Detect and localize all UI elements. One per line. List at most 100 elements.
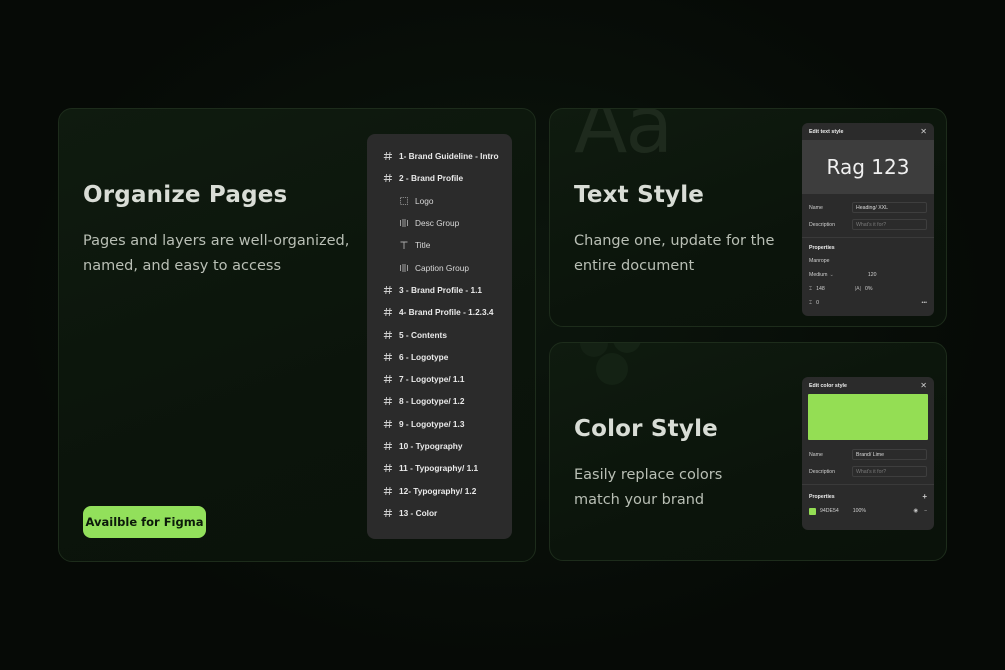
panel-header: Edit color style ✕	[802, 377, 934, 394]
group-icon	[399, 263, 409, 273]
layer-label: 13 - Color	[399, 507, 438, 518]
layer-item[interactable]: Desc Group	[367, 212, 512, 234]
organize-pages-description: Pages and layers are well-organized, nam…	[83, 229, 349, 279]
line-height-value[interactable]: 148	[816, 286, 825, 292]
layer-label: 11 - Typography/ 1.1	[399, 463, 479, 474]
text-style-title: Text Style	[574, 182, 705, 208]
dotted-frame-icon	[399, 196, 409, 206]
hash-icon	[383, 151, 393, 161]
page-item[interactable]: 8 - Logotype/ 1.2	[367, 390, 512, 412]
layer-label: Logo	[415, 195, 434, 206]
hash-icon	[383, 396, 393, 406]
add-icon[interactable]: +	[922, 492, 927, 501]
more-options-icon[interactable]: •••	[922, 300, 927, 306]
fill-swatch[interactable]	[809, 507, 816, 515]
opacity-value[interactable]: 100%	[853, 508, 866, 514]
decorative-circles	[580, 343, 641, 385]
eye-icon[interactable]: ◉	[913, 508, 918, 514]
description-line-2: entire document	[574, 258, 695, 274]
hash-icon	[383, 307, 393, 317]
fill-row: 94DE54 100% ◉ −	[802, 504, 934, 518]
font-name: Manrope	[809, 258, 830, 264]
layer-label: 5 - Contents	[399, 329, 447, 340]
page-item[interactable]: 4- Brand Profile - 1.2.3.4	[367, 301, 512, 323]
available-for-figma-button[interactable]: Availble for Figma	[83, 506, 206, 538]
page-item[interactable]: 10 - Typography	[367, 435, 512, 457]
text-style-description: Change one, update for the entire docume…	[574, 229, 774, 279]
organize-pages-title: Organize Pages	[83, 182, 288, 208]
text-style-card: Aa Text Style Change one, update for the…	[549, 108, 947, 327]
page-item[interactable]: 2 - Brand Profile	[367, 167, 512, 189]
edit-text-style-panel: Edit text style ✕ Rag 123 Name Heading/ …	[802, 123, 934, 316]
properties-label: Properties	[809, 245, 835, 251]
layer-item[interactable]: Caption Group	[367, 256, 512, 278]
layer-label: 8 - Logotype/ 1.2	[399, 396, 465, 407]
description-line-1: Pages and layers are well-organized,	[83, 233, 350, 249]
description-line-2: match your brand	[574, 492, 705, 508]
description-field[interactable]: What's it for?	[852, 466, 927, 477]
panel-header: Edit text style ✕	[802, 123, 934, 140]
color-style-title: Color Style	[574, 416, 718, 442]
layer-label: 3 - Brand Profile - 1.1	[399, 284, 482, 295]
close-icon[interactable]: ✕	[920, 381, 927, 390]
description-label: Description	[809, 468, 835, 475]
properties-label: Properties	[809, 493, 835, 500]
remove-icon[interactable]: −	[924, 508, 927, 514]
divider	[802, 484, 934, 485]
paragraph-spacing-icon: ⌶	[809, 299, 813, 306]
font-row[interactable]: Manrope	[802, 254, 934, 268]
properties-header: Properties	[802, 242, 934, 254]
line-height-icon: ⌶	[809, 285, 813, 292]
chevron-down-icon[interactable]: ⌄	[829, 272, 833, 278]
color-swatch-preview[interactable]	[808, 394, 928, 440]
layer-label: 9 - Logotype/ 1.3	[399, 418, 465, 429]
hash-icon	[383, 463, 393, 473]
layer-item[interactable]: Title	[367, 234, 512, 256]
page-item[interactable]: 5 - Contents	[367, 323, 512, 345]
page-item[interactable]: 12- Typography/ 1.2	[367, 479, 512, 501]
panel-title: Edit color style	[809, 382, 847, 389]
letter-spacing-value[interactable]: 0%	[865, 286, 873, 292]
page-item[interactable]: 11 - Typography/ 1.1	[367, 457, 512, 479]
name-row: Name Heading/ XXL	[802, 199, 934, 216]
page-item[interactable]: 9 - Logotype/ 1.3	[367, 413, 512, 435]
layer-label: 7 - Logotype/ 1.1	[399, 374, 465, 385]
hex-value[interactable]: 94DE54	[820, 508, 839, 514]
hash-icon	[383, 508, 393, 518]
layer-label: 12- Typography/ 1.2	[399, 485, 477, 496]
paragraph-spacing-value[interactable]: 0	[816, 300, 819, 306]
hash-icon	[383, 352, 393, 362]
layer-label: Desc Group	[415, 218, 460, 229]
color-style-description: Easily replace colors match your brand	[574, 463, 722, 513]
page-item[interactable]: 13 - Color	[367, 502, 512, 524]
description-field[interactable]: What's it for?	[852, 219, 927, 230]
page-item[interactable]: 1- Brand Guideline - Intro	[367, 145, 512, 167]
font-weight[interactable]: Medium	[809, 272, 827, 278]
page-item[interactable]: 3 - Brand Profile - 1.1	[367, 279, 512, 301]
weight-size-row: Medium ⌄ 120	[802, 268, 934, 282]
description-label: Description	[809, 221, 835, 228]
paragraph-row: ⌶ 0 •••	[802, 296, 934, 310]
hash-icon	[383, 374, 393, 384]
edit-color-style-panel: Edit color style ✕ Name Brand/ Lime Desc…	[802, 377, 934, 530]
description-row: Description What's it for?	[802, 463, 934, 480]
description-line-1: Easily replace colors	[574, 467, 723, 483]
layer-label: 6 - Logotype	[399, 351, 449, 362]
line-height-row: ⌶ 148 |A| 0%	[802, 282, 934, 296]
page-item[interactable]: 7 - Logotype/ 1.1	[367, 368, 512, 390]
close-icon[interactable]: ✕	[920, 127, 927, 136]
text-preview: Rag 123	[802, 140, 934, 194]
hash-icon	[383, 173, 393, 183]
name-field[interactable]: Brand/ Lime	[852, 449, 927, 460]
font-size[interactable]: 120	[868, 272, 877, 278]
letter-spacing-icon: |A|	[854, 286, 861, 292]
panel-title: Edit text style	[809, 128, 844, 135]
hash-icon	[383, 285, 393, 295]
name-label: Name	[809, 204, 823, 211]
name-field[interactable]: Heading/ XXL	[852, 202, 927, 213]
properties-header: Properties +	[802, 489, 934, 504]
hash-icon	[383, 419, 393, 429]
layer-item[interactable]: Logo	[367, 190, 512, 212]
page-item[interactable]: 6 - Logotype	[367, 346, 512, 368]
name-label: Name	[809, 451, 823, 458]
